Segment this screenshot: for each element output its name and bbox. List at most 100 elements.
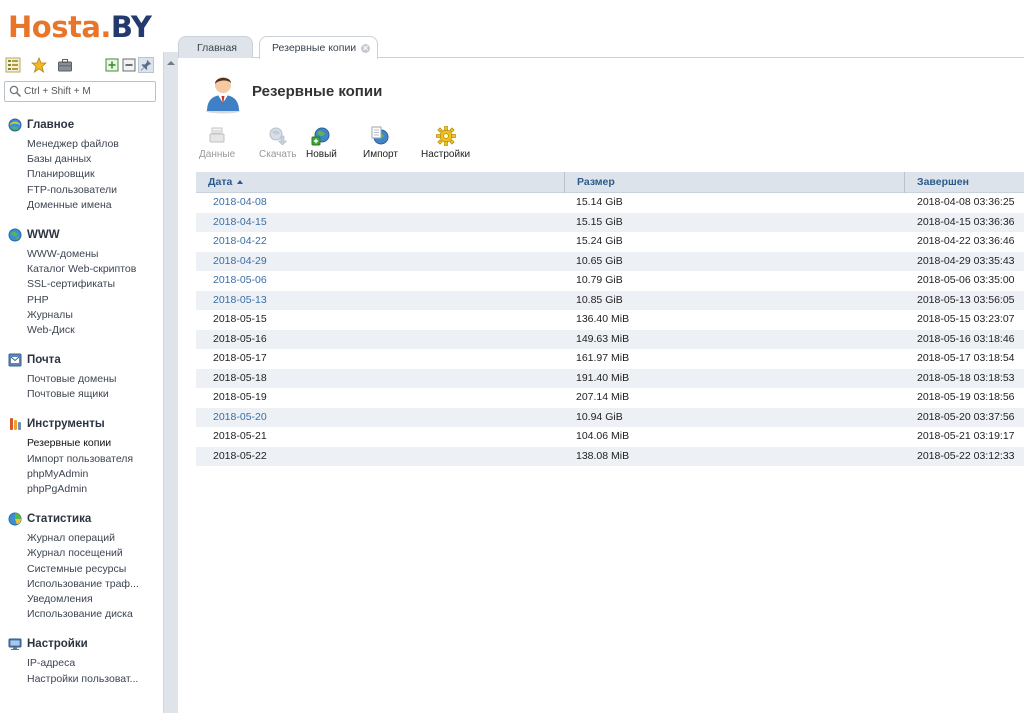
tab-home-label: Главная	[197, 41, 237, 54]
sidebar-item[interactable]: Журнал операций	[0, 531, 163, 546]
logo: Hosta.BY	[8, 10, 152, 44]
table-row[interactable]: 2018-05-22 138.08 MiB 2018-05-22 03:12:33	[196, 446, 1024, 466]
cell-completed: 2018-05-15 03:23:07	[917, 313, 1015, 325]
tree-view-icon[interactable]	[5, 57, 21, 73]
toolbar-settings-button[interactable]: Настройки	[421, 125, 470, 165]
table-row[interactable]: 2018-04-29 10.65 GiB 2018-04-29 03:35:43	[196, 251, 1024, 272]
sidebar-item[interactable]: Планировщик	[0, 167, 163, 182]
tab-home[interactable]: Главная	[178, 36, 253, 58]
table-row[interactable]: 2018-05-13 10.85 GiB 2018-05-13 03:56:05	[196, 290, 1024, 311]
table-row[interactable]: 2018-04-15 15.15 GiB 2018-04-15 03:36:36	[196, 212, 1024, 233]
cell-date: 2018-05-21	[213, 430, 267, 442]
backups-table: Дата Размер Завершен 2018-04-08 15.14 GiB…	[196, 172, 1024, 466]
cell-date[interactable]: 2018-04-29	[213, 252, 267, 272]
cell-date[interactable]: 2018-05-20	[213, 408, 267, 428]
collapse-all-icon[interactable]	[121, 57, 137, 73]
sidebar-item[interactable]: Почтовые ящики	[0, 387, 163, 402]
sidebar-item[interactable]: Уведомления	[0, 592, 163, 607]
sidebar-item[interactable]: Базы данных	[0, 152, 163, 167]
menu-section-title: Статистика	[27, 513, 92, 526]
expand-all-icon[interactable]	[104, 57, 120, 73]
sidebar-item[interactable]: Журнал посещений	[0, 546, 163, 561]
cell-size: 15.24 GiB	[576, 235, 623, 247]
sidebar-item[interactable]: phpMyAdmin	[0, 467, 163, 482]
table-row[interactable]: 2018-05-21 104.06 MiB 2018-05-21 03:19:17	[196, 427, 1024, 447]
sidebar-item[interactable]: phpPgAdmin	[0, 482, 163, 497]
cell-date[interactable]: 2018-04-22	[213, 232, 267, 252]
tools-icon	[8, 417, 22, 431]
table-row[interactable]: 2018-05-20 10.94 GiB 2018-05-20 03:37:56	[196, 407, 1024, 428]
cell-size: 161.97 MiB	[576, 352, 630, 364]
toolbar-data-button[interactable]: Данные	[199, 125, 235, 165]
cell-date[interactable]: 2018-05-06	[213, 271, 267, 291]
table-row[interactable]: 2018-05-16 149.63 MiB 2018-05-16 03:18:46	[196, 329, 1024, 349]
sidebar-item[interactable]: Настройки пользоват...	[0, 672, 163, 687]
sidebar-item[interactable]: PHP	[0, 293, 163, 308]
cell-completed: 2018-05-19 03:18:56	[917, 391, 1015, 403]
cell-date[interactable]: 2018-05-13	[213, 291, 267, 311]
cell-date: 2018-05-16	[213, 332, 267, 345]
cell-date: 2018-05-19	[213, 391, 267, 403]
sidebar-item[interactable]: Каталог Web-скриптов	[0, 262, 163, 277]
sidebar-item[interactable]: Менеджер файлов	[0, 137, 163, 152]
statistics-pie-icon	[8, 512, 22, 526]
menu-section-header[interactable]: Статистика	[0, 508, 163, 530]
column-header-completed[interactable]: Завершен	[904, 172, 1024, 193]
sidebar-item[interactable]: Импорт пользователя	[0, 452, 163, 467]
sidebar-splitter[interactable]	[163, 52, 178, 713]
briefcase-icon[interactable]	[57, 57, 73, 73]
sidebar-item[interactable]: IP-адреса	[0, 656, 163, 671]
sidebar-item[interactable]: FTP-пользователи	[0, 183, 163, 198]
toolbar-download-button[interactable]: Скачать	[259, 125, 297, 165]
table-row[interactable]: 2018-04-08 15.14 GiB 2018-04-08 03:36:25	[196, 193, 1024, 213]
toolbar-new-button[interactable]: Новый	[306, 125, 337, 165]
table-row[interactable]: 2018-05-17 161.97 MiB 2018-05-17 03:18:54	[196, 349, 1024, 369]
sidebar-item[interactable]: Журналы	[0, 308, 163, 323]
menu-section-header[interactable]: Главное	[0, 114, 163, 136]
menu-section-header[interactable]: Почта	[0, 349, 163, 371]
column-header-size[interactable]: Размер	[564, 172, 904, 193]
table-row[interactable]: 2018-05-06 10.79 GiB 2018-05-06 03:35:00	[196, 271, 1024, 291]
sidebar-menu: Главное Менеджер файлов Базы данных Планиро…	[0, 114, 163, 698]
cell-completed: 2018-05-20 03:37:56	[917, 410, 1015, 423]
sidebar-item[interactable]: Доменные имена	[0, 198, 163, 213]
table-row[interactable]: 2018-05-19 207.14 MiB 2018-05-19 03:18:56	[196, 388, 1024, 408]
cell-date: 2018-05-15	[213, 313, 267, 325]
collapse-sidebar-arrow-icon[interactable]	[167, 61, 175, 65]
toolbar-import-button[interactable]: Импорт	[363, 125, 398, 165]
sidebar-item[interactable]: Использование диска	[0, 607, 163, 622]
cell-completed: 2018-05-06 03:35:00	[917, 274, 1015, 286]
cell-completed: 2018-04-22 03:36:46	[917, 235, 1015, 247]
column-header-date[interactable]: Дата	[196, 172, 564, 193]
toolbar-import-label: Импорт	[363, 149, 398, 160]
table-row[interactable]: 2018-04-22 15.24 GiB 2018-04-22 03:36:46	[196, 232, 1024, 252]
column-header-size-label: Размер	[577, 176, 615, 188]
menu-section-header[interactable]: WWW	[0, 224, 163, 246]
sidebar-item[interactable]: Web-Диск	[0, 323, 163, 338]
cell-size: 207.14 MiB	[576, 391, 630, 403]
menu-section-header[interactable]: Инструменты	[0, 413, 163, 435]
tab-backups[interactable]: Резервные копии	[259, 36, 378, 59]
sidebar-item[interactable]: Системные ресурсы	[0, 562, 163, 577]
table-row[interactable]: 2018-05-18 191.40 MiB 2018-05-18 03:18:53	[196, 368, 1024, 388]
pin-icon[interactable]	[138, 57, 154, 73]
cell-size: 136.40 MiB	[576, 313, 630, 325]
sidebar-item[interactable]: Почтовые домены	[0, 372, 163, 387]
menu-section-title: Почта	[27, 354, 61, 367]
close-tab-icon[interactable]	[361, 43, 371, 53]
sidebar-item[interactable]: Резервные копии	[0, 436, 163, 451]
menu-section-header[interactable]: Настройки	[0, 633, 163, 655]
cell-completed: 2018-04-08 03:36:25	[917, 196, 1015, 208]
favorites-star-icon[interactable]	[30, 56, 48, 73]
sidebar-item[interactable]: SSL-сертификаты	[0, 277, 163, 292]
table-row[interactable]: 2018-05-15 136.40 MiB 2018-05-15 03:23:07	[196, 310, 1024, 330]
sidebar-item[interactable]: Использование траф...	[0, 577, 163, 592]
cell-date[interactable]: 2018-04-08	[213, 193, 267, 213]
search-input[interactable]	[24, 84, 152, 99]
cell-completed: 2018-05-16 03:18:46	[917, 332, 1015, 345]
sidebar-item[interactable]: WWW-домены	[0, 247, 163, 262]
cell-date[interactable]: 2018-04-15	[213, 213, 267, 233]
sidebar-search[interactable]	[4, 81, 156, 102]
download-icon	[269, 127, 287, 146]
menu-section-1: WWW WWW-домены Каталог Web-скриптов SSL-сер…	[0, 224, 163, 338]
